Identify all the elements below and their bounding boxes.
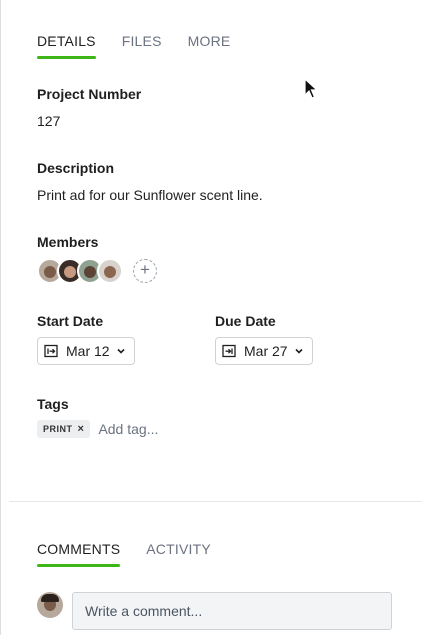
project-number-label: Project Number: [37, 86, 142, 102]
chevron-down-icon: [295, 348, 303, 354]
avatar[interactable]: [97, 258, 123, 284]
due-date-label: Due Date: [215, 313, 276, 329]
avatar: [37, 592, 63, 618]
members-list: +: [37, 258, 157, 284]
comment-input[interactable]: [72, 592, 392, 630]
plus-icon: +: [140, 260, 150, 279]
tab-files[interactable]: FILES: [122, 33, 162, 59]
add-member-button[interactable]: +: [133, 259, 157, 283]
calendar-end-icon: [222, 344, 236, 358]
start-date-value: Mar 12: [66, 343, 110, 359]
remove-tag-icon[interactable]: ×: [78, 423, 85, 435]
chevron-down-icon: [117, 348, 125, 354]
due-date-picker[interactable]: Mar 27: [215, 337, 313, 365]
description-label: Description: [37, 160, 115, 176]
section-divider: [9, 501, 422, 502]
tab-activity[interactable]: ACTIVITY: [146, 541, 211, 567]
add-tag-input[interactable]: [98, 421, 199, 437]
task-details-panel: DETAILS FILES MORE Project Number 127 De…: [0, 0, 422, 635]
tab-comments[interactable]: COMMENTS: [37, 541, 121, 567]
tag-label: PRINT: [43, 424, 73, 434]
members-label: Members: [37, 234, 99, 250]
tag-chip: PRINT ×: [37, 420, 91, 438]
due-date-value: Mar 27: [244, 343, 288, 359]
mouse-pointer-icon: [304, 78, 319, 99]
start-date-label: Start Date: [37, 313, 104, 329]
tab-more[interactable]: MORE: [188, 33, 231, 59]
start-date-picker[interactable]: Mar 12: [37, 337, 135, 365]
tags-list: PRINT ×: [37, 420, 199, 438]
calendar-start-icon: [44, 344, 58, 358]
details-tab-bar: DETAILS FILES MORE: [37, 33, 230, 59]
project-number-value: 127: [37, 113, 61, 129]
tab-details[interactable]: DETAILS: [37, 33, 96, 59]
description-value[interactable]: Print ad for our Sunflower scent line.: [37, 187, 263, 203]
comment-tab-bar: COMMENTS ACTIVITY: [37, 541, 211, 567]
tags-label: Tags: [37, 396, 69, 412]
